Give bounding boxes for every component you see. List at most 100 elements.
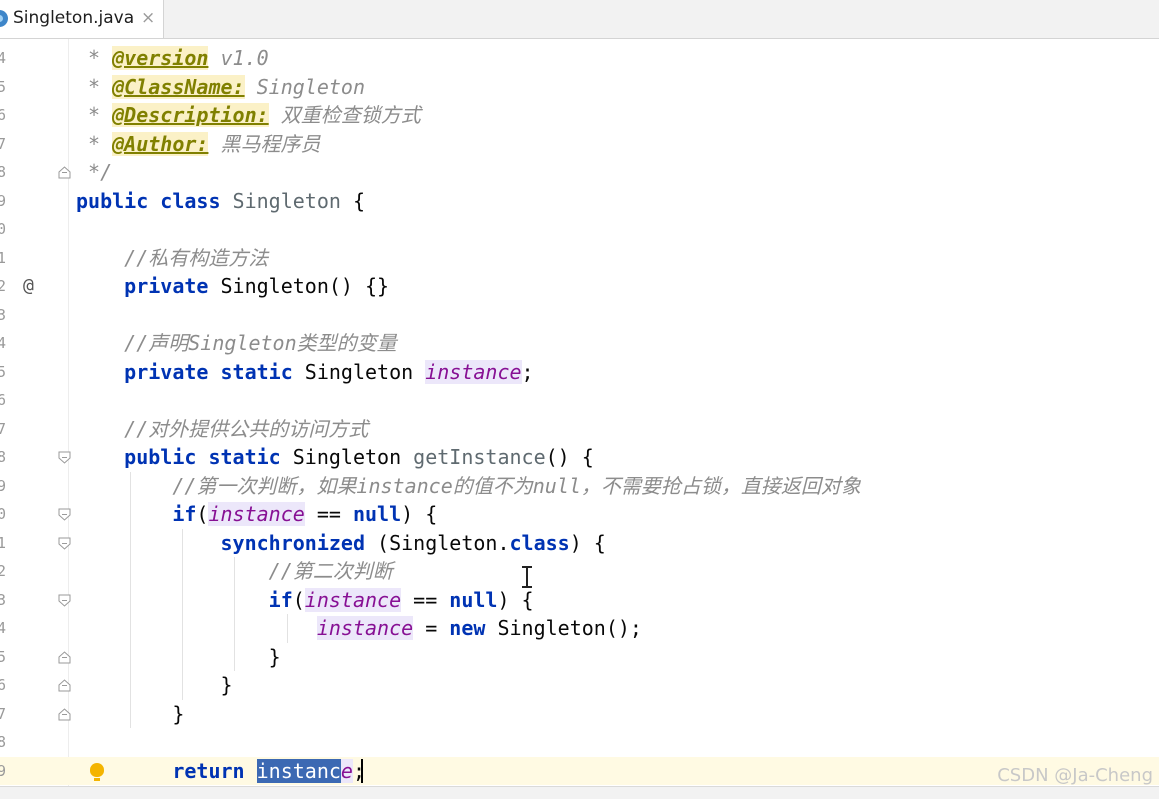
fold-icon[interactable] [58,707,71,721]
code-token: == [401,587,450,612]
code-line[interactable]: 5 private static Singleton instance; [0,358,1159,387]
line-number[interactable]: 8 [0,728,6,757]
line-number[interactable]: 7 [0,700,6,729]
line-number[interactable]: 9 [0,472,6,501]
close-tab-icon[interactable]: × [141,8,155,28]
code-text[interactable]: } [76,643,281,672]
code-line[interactable]: 9 //第一次判断，如果instance的值不为null，不需要抢占锁，直接返回… [0,472,1159,501]
code-text[interactable]: private static Singleton instance; [76,358,534,387]
line-number[interactable]: 6 [0,101,6,130]
code-text[interactable]: * @Description: 双重检查锁方式 [76,101,421,130]
code-line[interactable]: 7 //对外提供公共的访问方式 [0,415,1159,444]
fold-icon[interactable] [58,650,71,664]
horizontal-scrollbar[interactable] [0,786,1159,799]
line-number[interactable]: 4 [0,44,6,73]
line-number[interactable]: 6 [0,386,6,415]
keyword-token: private static [124,359,305,384]
code-token: ) { [569,530,606,555]
code-text[interactable]: private Singleton() {} [76,272,389,301]
code-line[interactable]: 6 [0,386,1159,415]
code-line[interactable]: 7 * @Author: 黑马程序员 [0,130,1159,159]
code-text[interactable]: return instance; [76,757,365,786]
code-editor[interactable]: 4 * @version v1.0 5 * @ClassName: Singlet… [0,39,1159,786]
line-number[interactable]: 5 [0,358,6,387]
code-text[interactable]: * @ClassName: Singleton [76,73,365,102]
code-text[interactable]: //对外提供公共的访问方式 [76,415,368,444]
code-line[interactable]: 9 public class Singleton { [0,187,1159,216]
code-line[interactable]: 0 if(instance == null) { [0,500,1159,529]
code-line[interactable]: 1 //私有构造方法 [0,244,1159,273]
line-number[interactable]: 1 [0,244,6,273]
code-line[interactable]: 8 public static Singleton getInstance() … [0,443,1159,472]
comment-token: //私有构造方法 [124,245,269,270]
code-text[interactable]: instance = new Singleton(); [76,614,642,643]
code-text[interactable]: */ [76,158,112,187]
code-text[interactable]: * @Author: 黑马程序员 [76,130,321,159]
code-line[interactable]: 2 @ private Singleton() {} [0,272,1159,301]
code-text[interactable]: * @version v1.0 [76,44,269,73]
tab-title: Singleton.java [13,8,135,28]
line-number[interactable]: 2 [0,272,6,301]
code-text[interactable]: //第一次判断，如果instance的值不为null，不需要抢占锁，直接返回对象 [76,472,861,501]
doc-tag-token: @Description: [112,103,269,127]
line-number[interactable]: 7 [0,415,6,444]
code-line[interactable]: 3 if(instance == null) { [0,586,1159,615]
line-number[interactable]: 2 [0,557,6,586]
line-number[interactable]: 8 [0,158,6,187]
line-number[interactable]: 3 [0,586,6,615]
fold-icon[interactable] [58,451,71,464]
code-line[interactable]: 6 } [0,671,1159,700]
line-number[interactable]: 9 [0,187,6,216]
keyword-token: synchronized [220,530,378,555]
line-number[interactable]: 0 [0,215,6,244]
fold-icon[interactable] [58,508,71,521]
line-number[interactable]: 0 [0,500,6,529]
line-number[interactable]: 6 [0,671,6,700]
comment-token: //声明Singleton类型的变量 [124,331,397,355]
code-text[interactable]: public static Singleton getInstance() { [76,443,594,472]
code-line[interactable]: 5 * @ClassName: Singleton [0,73,1159,102]
code-line[interactable]: 9 return instance; [0,756,1159,786]
code-text[interactable]: synchronized (Singleton.class) { [76,529,606,558]
line-number[interactable]: 4 [0,329,6,358]
code-token: ) { [401,502,438,526]
fold-icon[interactable] [58,594,71,607]
code-text[interactable]: //私有构造方法 [76,244,268,273]
code-line[interactable]: 1 synchronized (Singleton.class) { [0,529,1159,558]
code-line[interactable]: 3 [0,301,1159,330]
code-token: * [76,74,113,99]
code-line[interactable]: 6 * @Description: 双重检查锁方式 [0,101,1159,130]
code-line[interactable]: 4 //声明Singleton类型的变量 [0,329,1159,358]
line-number[interactable]: 5 [0,643,6,672]
code-line[interactable]: 7 } [0,700,1159,729]
override-icon[interactable]: @ [23,272,34,301]
tab-singleton-java[interactable]: Singleton.java × [0,0,164,38]
code-line[interactable]: 8 [0,728,1159,757]
line-number[interactable]: 3 [0,301,6,330]
code-token: Singleton() {} [220,274,390,298]
line-number[interactable]: 5 [0,73,6,102]
code-line[interactable]: 4 instance = new Singleton(); [0,614,1159,643]
code-token: * [76,46,113,70]
fold-icon[interactable] [58,166,71,179]
code-text[interactable]: if(instance == null) { [76,586,534,615]
code-text[interactable]: //声明Singleton类型的变量 [76,329,397,358]
code-line[interactable]: 5 } [0,643,1159,672]
fold-icon[interactable] [58,537,71,550]
code-line[interactable]: 8 */ [0,158,1159,187]
code-line[interactable]: 2 //第二次判断 [0,557,1159,586]
code-text[interactable]: public class Singleton { [76,187,365,216]
code-line[interactable]: 0 [0,215,1159,244]
code-line[interactable]: 4 * @version v1.0 [0,44,1159,73]
line-number[interactable]: 1 [0,529,6,558]
line-number[interactable]: 4 [0,614,6,643]
line-number[interactable]: 7 [0,130,6,159]
line-number[interactable]: 9 [0,757,6,786]
fold-icon[interactable] [58,679,71,692]
code-text[interactable]: } [76,671,232,700]
line-number[interactable]: 8 [0,443,6,472]
